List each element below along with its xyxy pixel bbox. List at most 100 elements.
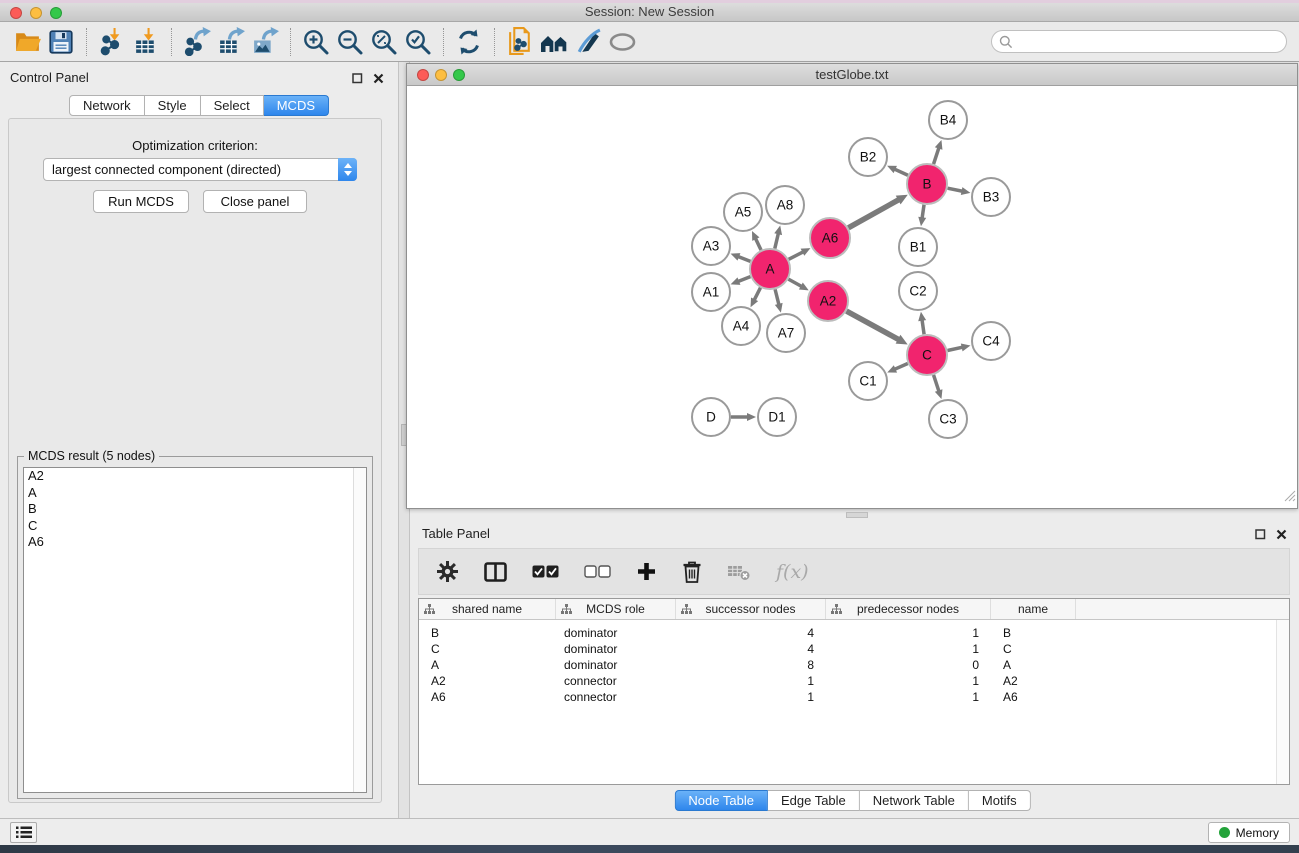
list-item[interactable]: B	[24, 501, 366, 518]
column-header-mcds-role[interactable]: MCDS role	[556, 599, 676, 619]
list-item[interactable]: A2	[24, 468, 366, 485]
criterion-dropdown[interactable]: largest connected component (directed)	[43, 158, 357, 181]
cell-shared-name[interactable]: C	[419, 641, 556, 657]
node-A3[interactable]	[692, 227, 730, 265]
close-window-button[interactable]	[10, 7, 22, 19]
column-header-name[interactable]: name	[991, 599, 1076, 619]
table-row[interactable]: Cdominator41C	[419, 641, 1289, 657]
network-canvas[interactable]: B4B2BB3A5A8A6A3B1AC2A1A2A4A7C4CC1C3DD1	[407, 87, 1297, 508]
cell-shared-name[interactable]: A2	[419, 673, 556, 689]
tab-network[interactable]: Network	[69, 95, 145, 116]
table-row[interactable]: Bdominator41B	[419, 625, 1289, 641]
close-panel-button[interactable]	[373, 71, 384, 89]
tab-node-table[interactable]: Node Table	[674, 790, 768, 811]
edge-A-A3[interactable]	[738, 257, 750, 262]
table-scrollbar[interactable]	[1276, 620, 1289, 784]
minimize-view-button[interactable]	[435, 69, 447, 81]
node-B3[interactable]	[972, 178, 1010, 216]
show-hide-button[interactable]	[605, 25, 639, 59]
node-B[interactable]	[907, 164, 947, 204]
edge-A-A8[interactable]	[775, 233, 779, 248]
float-panel-button[interactable]	[352, 71, 363, 89]
node-A7[interactable]	[767, 314, 805, 352]
zoom-selected-button[interactable]	[401, 25, 435, 59]
deselect-all-button[interactable]	[584, 565, 611, 578]
export-table-button[interactable]	[214, 25, 248, 59]
cell-predecessor-nodes[interactable]: 0	[826, 657, 991, 673]
tab-select[interactable]: Select	[201, 95, 264, 116]
edge-A-A5[interactable]	[755, 238, 761, 250]
splitter-handle[interactable]	[846, 512, 868, 518]
table-row[interactable]: A2connector11A2	[419, 673, 1289, 689]
cell-name[interactable]: B	[991, 625, 1076, 641]
tab-network-table[interactable]: Network Table	[860, 790, 969, 811]
run-mcds-button[interactable]: Run MCDS	[93, 190, 189, 213]
scrollbar[interactable]	[353, 468, 366, 792]
cell-successor-nodes[interactable]: 1	[676, 689, 826, 705]
column-header-shared-name[interactable]: shared name	[419, 599, 556, 619]
list-item[interactable]: A	[24, 485, 366, 502]
table-settings-button[interactable]	[436, 560, 459, 583]
cell-successor-nodes[interactable]: 4	[676, 641, 826, 657]
cell-predecessor-nodes[interactable]: 1	[826, 689, 991, 705]
function-builder-button[interactable]: f(x)	[776, 561, 809, 583]
home-button[interactable]	[537, 25, 571, 59]
cell-predecessor-nodes[interactable]: 1	[826, 625, 991, 641]
cell-mcds-role[interactable]: dominator	[556, 657, 676, 673]
node-B4[interactable]	[929, 101, 967, 139]
table-row[interactable]: A6connector11A6	[419, 689, 1289, 705]
open-session-button[interactable]	[10, 25, 44, 59]
list-item[interactable]: C	[24, 518, 366, 535]
edge-B-B3[interactable]	[948, 188, 963, 191]
graphics-details-button[interactable]	[571, 25, 605, 59]
float-panel-button[interactable]	[1255, 527, 1266, 545]
node-D1[interactable]	[758, 398, 796, 436]
delete-column-button[interactable]	[682, 560, 702, 583]
node-A5[interactable]	[724, 193, 762, 231]
cell-mcds-role[interactable]: dominator	[556, 641, 676, 657]
edge-C-C3[interactable]	[934, 375, 939, 391]
save-session-button[interactable]	[44, 25, 78, 59]
edge-B-B2[interactable]	[894, 169, 908, 175]
cell-successor-nodes[interactable]: 4	[676, 625, 826, 641]
delete-table-button[interactable]	[727, 561, 751, 582]
node-C4[interactable]	[972, 322, 1010, 360]
tab-edge-table[interactable]: Edge Table	[768, 790, 860, 811]
column-header-successor-nodes[interactable]: successor nodes	[676, 599, 826, 619]
cell-mcds-role[interactable]: dominator	[556, 625, 676, 641]
close-view-button[interactable]	[417, 69, 429, 81]
node-C1[interactable]	[849, 362, 887, 400]
select-all-button[interactable]	[532, 565, 559, 578]
network-file-button[interactable]	[503, 25, 537, 59]
edge-C-C1[interactable]	[895, 363, 908, 369]
tab-style[interactable]: Style	[145, 95, 201, 116]
edge-A-A7[interactable]	[775, 289, 779, 304]
cell-name[interactable]: A	[991, 657, 1076, 673]
show-column-button[interactable]	[484, 562, 507, 582]
edge-C-C4[interactable]	[948, 347, 963, 350]
zoom-fit-button[interactable]	[367, 25, 401, 59]
edge-A-A1[interactable]	[738, 277, 750, 282]
task-history-button[interactable]	[10, 822, 37, 843]
cell-name[interactable]: C	[991, 641, 1076, 657]
cell-successor-nodes[interactable]: 8	[676, 657, 826, 673]
cell-shared-name[interactable]: B	[419, 625, 556, 641]
edge-A-A6[interactable]	[789, 252, 804, 260]
export-network-button[interactable]	[180, 25, 214, 59]
node-B1[interactable]	[899, 228, 937, 266]
close-panel-button[interactable]	[1276, 527, 1287, 545]
node-A1[interactable]	[692, 273, 730, 311]
edge-C-C2[interactable]	[922, 320, 924, 334]
tab-mcds[interactable]: MCDS	[264, 95, 329, 116]
node-A6[interactable]	[810, 218, 850, 258]
edge-A-A4[interactable]	[754, 288, 760, 300]
edge-B-B1[interactable]	[922, 205, 924, 219]
cell-predecessor-nodes[interactable]: 1	[826, 673, 991, 689]
horizontal-splitter[interactable]	[406, 510, 1299, 520]
edge-A-A2[interactable]	[788, 279, 801, 286]
memory-button[interactable]: Memory	[1208, 822, 1290, 843]
mcds-result-list[interactable]: A2ABCA6	[23, 467, 367, 793]
export-image-button[interactable]	[248, 25, 282, 59]
cell-shared-name[interactable]: A	[419, 657, 556, 673]
edge-A2-C[interactable]	[846, 311, 898, 340]
